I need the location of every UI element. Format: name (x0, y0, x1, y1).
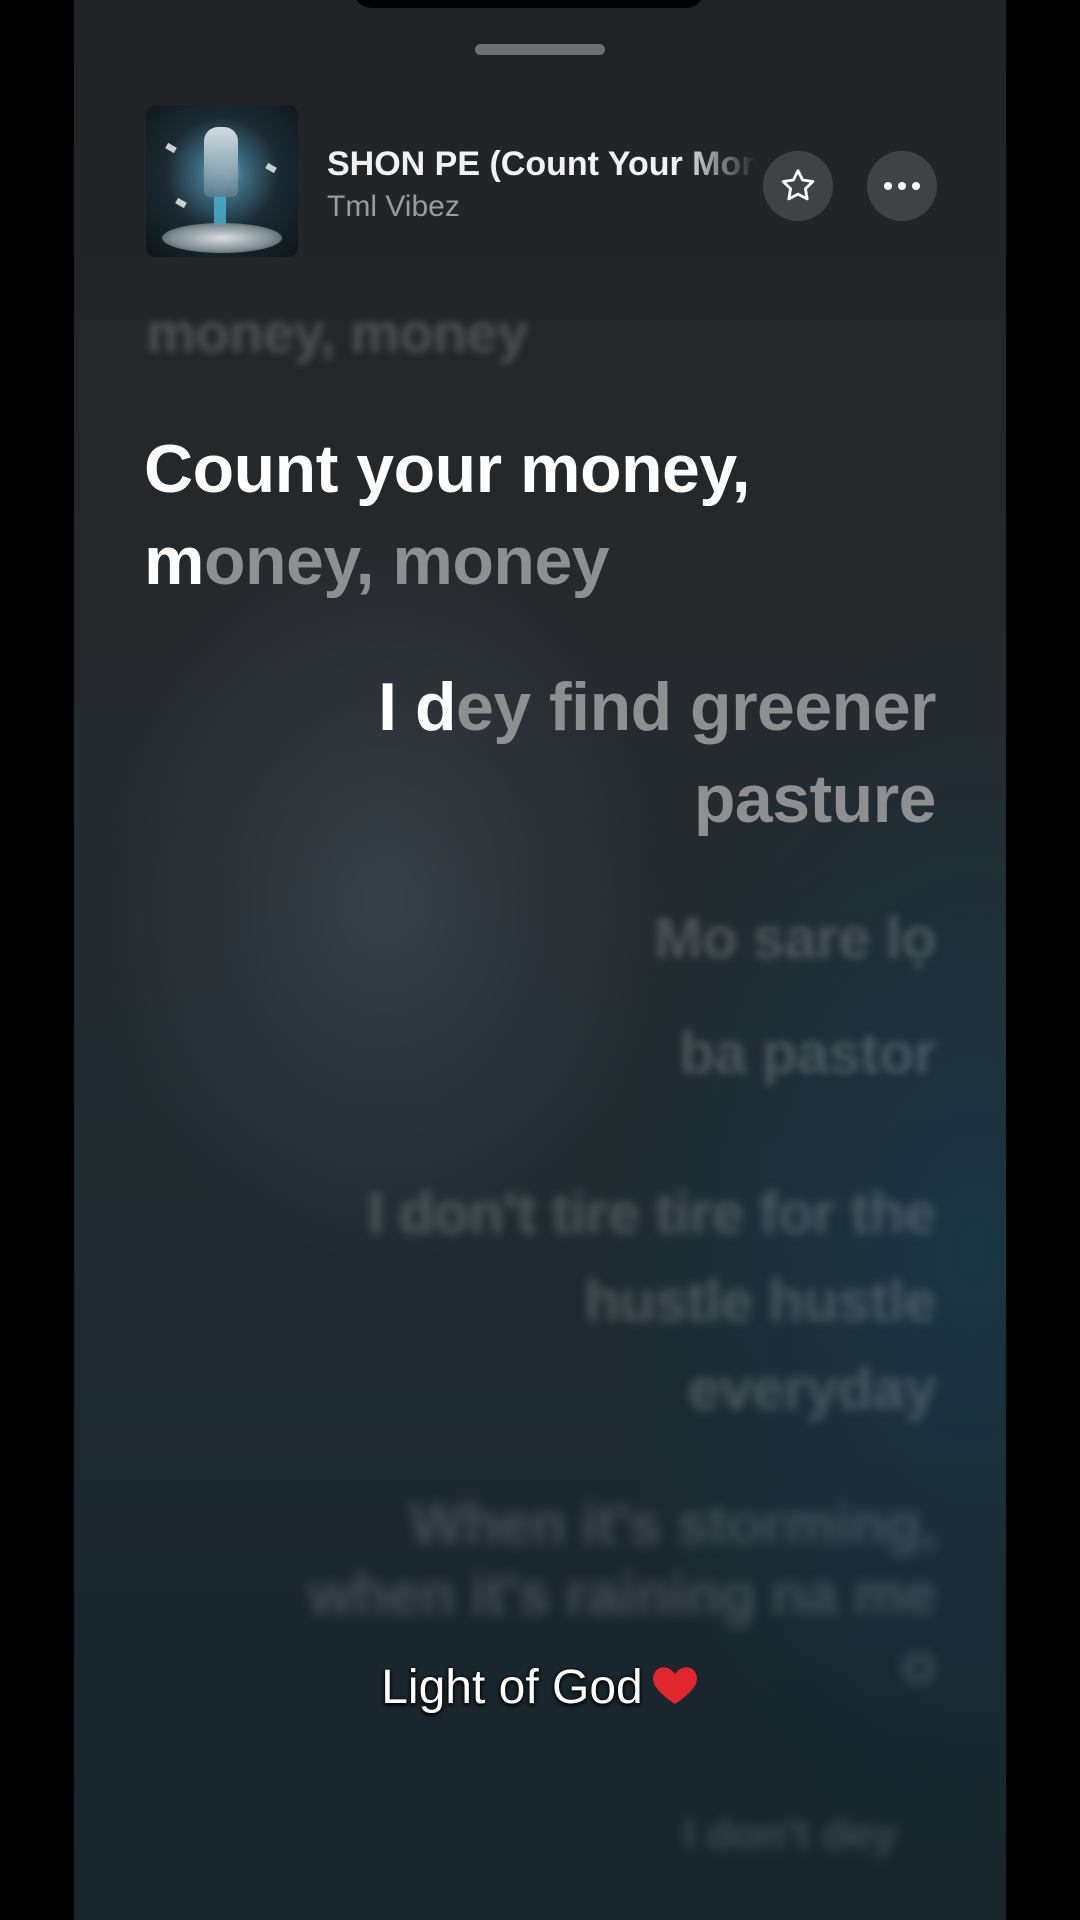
lyric-line-upcoming[interactable]: Mo sare lọ (654, 905, 936, 972)
lyric-sung-portion: m (144, 523, 204, 599)
heart-icon (651, 1662, 699, 1718)
song-title[interactable]: SHON PE (Count Your Money) (327, 145, 757, 184)
album-art[interactable] (146, 105, 298, 257)
lyric-unsung-portion: ey find greener (456, 669, 937, 745)
lyrics-screen: SHON PE (Count Your Money) Tml Vibez mon… (74, 0, 1006, 1920)
favorite-button[interactable] (763, 151, 833, 221)
artist-name[interactable]: Tml Vibez (327, 190, 460, 224)
lyric-line-current[interactable]: Count your money, (144, 430, 751, 508)
star-outline-icon (781, 169, 815, 201)
lyric-line-upcoming[interactable]: ba pastor (679, 1020, 936, 1087)
video-caption: Light of God (0, 1660, 1080, 1718)
lyric-line-next-continued[interactable]: pasture (694, 760, 937, 838)
lyric-sung-portion: I d (378, 669, 456, 745)
lyric-line-upcoming[interactable]: I don't tire tire for the hustle hustle … (336, 1170, 937, 1434)
lyric-line-current-continued[interactable]: money, money (144, 522, 610, 600)
lyric-unsung-portion: oney, money (203, 523, 610, 599)
lyric-line-upcoming[interactable]: I don't dey (683, 1810, 896, 1860)
more-button[interactable] (867, 151, 937, 221)
lyric-line-previous[interactable]: money, money (146, 300, 528, 365)
sheet-grabber[interactable] (475, 44, 605, 55)
ellipsis-icon (884, 182, 920, 190)
caption-text: Light of God (381, 1661, 643, 1714)
device-notch (354, 0, 704, 8)
lyric-line-next[interactable]: I dey find greener (378, 668, 936, 746)
